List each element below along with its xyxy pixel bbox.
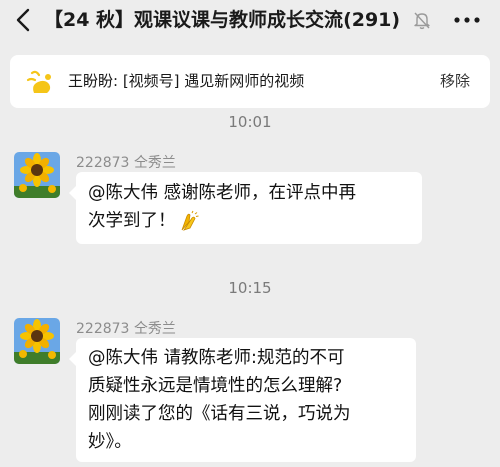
message-timestamp: 10:01: [228, 113, 272, 131]
message-line: @陈大伟 感谢陈老师，在评点中再: [88, 183, 357, 203]
more-dots-icon[interactable]: [452, 10, 482, 30]
pinned-message-text: 王盼盼: [视频号] 遇见新网师的视频: [68, 72, 305, 90]
message-line: 刚刚读了您的《话有三说，巧说为: [88, 404, 351, 424]
avatar[interactable]: [14, 318, 60, 364]
sunflower-avatar-image: [14, 318, 60, 364]
message-bubble[interactable]: @陈大伟 请教陈老师:规范的不可 质疑性永远是情境性的怎么理解? 刚刚读了您的《…: [69, 338, 416, 462]
sender-name: 222873 仝秀兰: [76, 321, 176, 337]
chat-title: 【24 秋】观课议课与教师成长交流(291): [44, 5, 420, 35]
message-timestamp: 10:15: [228, 279, 272, 297]
message-line: 妙》。: [88, 432, 132, 452]
video-channel-icon: [26, 70, 51, 93]
avatar[interactable]: [14, 152, 60, 198]
message-line: 次学到了！: [88, 211, 176, 231]
chevron-left-icon[interactable]: [14, 7, 34, 33]
sunflower-avatar-image: [14, 152, 60, 198]
remove-pinned-button[interactable]: 移除: [440, 55, 470, 108]
chat-title-text: 【24 秋】观课议课与教师成长交流: [44, 9, 344, 31]
message-line-last: 次学到了！: [88, 207, 410, 235]
bell-off-icon: [414, 12, 430, 30]
message-line: 质疑性永远是情境性的怎么理解?: [88, 376, 343, 396]
sender-name: 222873 仝秀兰: [76, 155, 176, 171]
member-count: (291): [343, 9, 401, 31]
message-line: @陈大伟 请教陈老师:规范的不可: [88, 348, 345, 368]
clap-icon: [181, 210, 199, 231]
pinned-message-bar[interactable]: 王盼盼: [视频号] 遇见新网师的视频 移除: [10, 55, 490, 108]
message-bubble[interactable]: @陈大伟 感谢陈老师，在评点中再 次学到了！: [69, 172, 422, 244]
chat-header: 【24 秋】观课议课与教师成长交流(291): [0, 0, 500, 40]
